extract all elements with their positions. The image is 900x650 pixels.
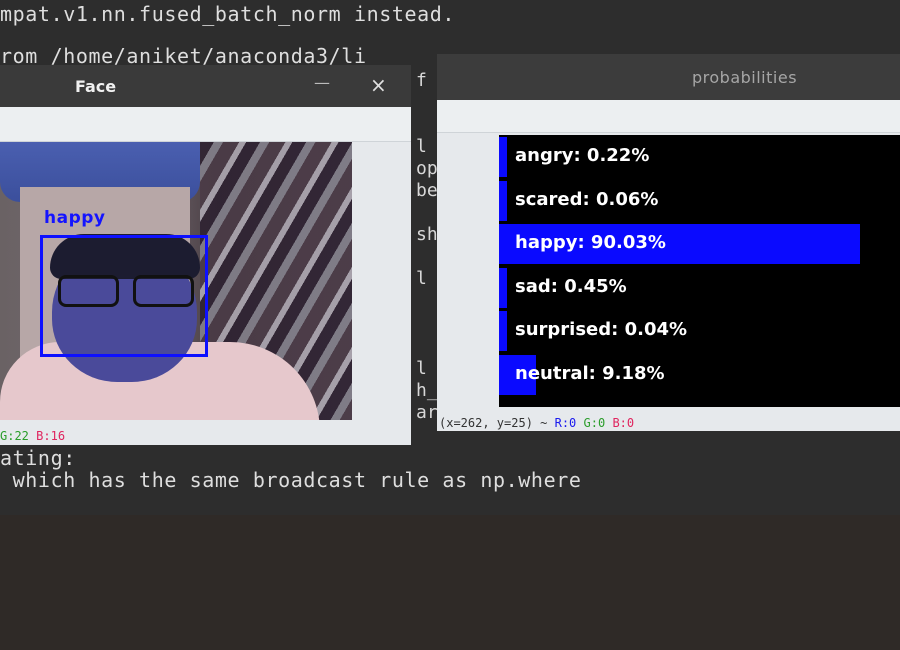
pixel-status: G:22 B:16 [0, 429, 65, 443]
window-title: probabilities [692, 68, 798, 87]
terminal-fragment: f [416, 70, 427, 91]
window-toolbar [0, 107, 411, 142]
probability-label: angry: 0.22% [515, 145, 650, 166]
terminal-line: mpat.v1.nn.fused_batch_norm instead. [0, 2, 456, 26]
probability-label: happy: 90.03% [515, 232, 666, 253]
probability-row: angry: 0.22% [499, 137, 900, 177]
terminal-line: ating: [0, 446, 76, 470]
emotion-label: happy [44, 208, 106, 228]
probability-bar [499, 137, 507, 177]
terminal-fragment: l h_ ar [416, 358, 438, 423]
minimize-icon[interactable]: — [314, 73, 330, 92]
window-title: Face [75, 77, 117, 96]
probability-bar [499, 311, 507, 351]
status-g: G:22 [0, 429, 29, 443]
face-detection-box [40, 235, 208, 357]
status-coords: (x=262, y=25) ~ [439, 416, 548, 430]
probability-row: sad: 0.45% [499, 267, 900, 308]
probabilities-window[interactable]: probabilities angry: 0.22% scared: 0.06% h… [437, 54, 900, 431]
close-icon[interactable]: × [370, 73, 387, 97]
probability-bar [499, 180, 507, 221]
desktop-background [0, 515, 900, 650]
status-b: B:0 [612, 416, 635, 430]
webcam-image: happy [0, 142, 352, 420]
probability-label: surprised: 0.04% [515, 319, 688, 340]
probability-label: sad: 0.45% [515, 275, 627, 297]
probabilities-canvas: angry: 0.22% scared: 0.06% happy: 90.03% sa… [499, 135, 900, 407]
pixel-status: (x=262, y=25) ~ R:0 G:0 B:0 [439, 416, 634, 430]
probability-label: scared: 0.06% [515, 188, 659, 210]
probability-label: neutral: 9.18% [515, 362, 665, 384]
probability-row: surprised: 0.04% [499, 311, 900, 351]
terminal-line: which has the same broadcast rule as np.… [0, 468, 582, 492]
terminal-fragment: l op be sh l [416, 136, 438, 289]
probability-row: scared: 0.06% [499, 180, 900, 221]
window-titlebar[interactable]: Face — × [0, 65, 411, 107]
status-g: G:0 [583, 416, 606, 430]
window-titlebar[interactable]: probabilities [437, 54, 900, 100]
probability-row: happy: 90.03% [499, 224, 900, 264]
probability-row: neutral: 9.18% [499, 354, 900, 395]
face-window[interactable]: Face — × happy G:22 B:16 [0, 65, 411, 445]
status-r: R:0 [554, 416, 577, 430]
status-b: B:16 [36, 429, 66, 443]
probability-bar [499, 267, 507, 308]
window-toolbar [437, 100, 900, 133]
